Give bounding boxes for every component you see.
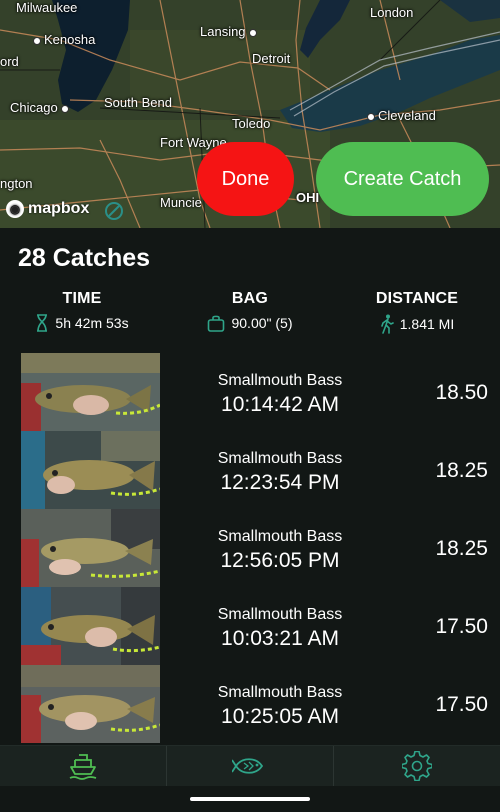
map-label-ohio: OHI <box>296 190 320 205</box>
catch-row[interactable]: Smallmouth Bass 10:03:21 AM 17.50 <box>0 587 500 665</box>
catch-row[interactable]: Smallmouth Bass 10:25:05 AM 17.50 <box>0 665 500 743</box>
bag-value: 90.00" (5) <box>231 315 293 331</box>
time-stat: TIME 5h 42m 53s <box>22 290 142 332</box>
bag-icon <box>208 315 225 332</box>
catch-length: 18.25 <box>435 537 488 560</box>
tab-settings[interactable] <box>334 746 500 786</box>
catch-species: Smallmouth Bass <box>217 684 343 701</box>
tab-trip[interactable] <box>0 746 166 786</box>
gear-icon <box>402 751 432 781</box>
map-label-kenosha: Kenosha <box>30 32 95 47</box>
bag-stat: BAG 90.00" (5) <box>195 290 305 332</box>
catch-species: Smallmouth Bass <box>217 450 343 467</box>
catch-row[interactable]: Smallmouth Bass 10:14:42 AM 18.50 <box>0 353 500 431</box>
map-label-toledo: Toledo <box>232 116 271 131</box>
map-label-ord: ord <box>0 54 19 69</box>
boat-icon <box>69 754 97 780</box>
map-label-cleveland: Cleveland <box>364 108 436 123</box>
map-label-detroit: Detroit <box>252 51 291 66</box>
mapbox-mark-icon: ◉ <box>6 200 24 218</box>
catch-time: 12:23:54 PM <box>220 471 340 494</box>
time-value: 5h 42m 53s <box>55 315 129 331</box>
catch-time: 12:56:05 PM <box>220 549 340 572</box>
catch-photo <box>21 665 160 743</box>
map-label-south-bend: South Bend <box>104 95 172 110</box>
walking-icon <box>380 314 394 334</box>
catch-row[interactable]: Smallmouth Bass 12:23:54 PM 18.25 <box>0 431 500 509</box>
catch-photo <box>21 509 160 587</box>
catch-list[interactable]: Smallmouth Bass 10:14:42 AM 18.50 Smallm… <box>0 353 500 745</box>
catch-length: 17.50 <box>435 615 488 638</box>
catch-time: 10:03:21 AM <box>221 627 339 650</box>
catch-length: 17.50 <box>435 693 488 716</box>
hourglass-icon <box>37 314 48 332</box>
catch-species: Smallmouth Bass <box>217 606 343 623</box>
fish-icon <box>232 758 264 774</box>
time-label: TIME <box>62 290 102 307</box>
distance-stat: DISTANCE 1.841 MI <box>362 290 472 334</box>
distance-label: DISTANCE <box>375 290 459 307</box>
catches-count-title: 28 Catches <box>18 244 151 272</box>
catch-row[interactable]: Smallmouth Bass 12:56:05 PM 18.25 <box>0 509 500 587</box>
catch-species: Smallmouth Bass <box>217 372 343 389</box>
done-button[interactable]: Done <box>197 142 294 216</box>
tab-catches[interactable] <box>167 746 333 786</box>
map-label-lansing: Lansing <box>200 24 260 39</box>
bottom-nav <box>0 745 500 786</box>
map-label-ngton: ngton <box>0 176 33 191</box>
map-label-chicago: Chicago <box>10 100 72 115</box>
distance-value: 1.841 MI <box>399 316 455 332</box>
map-label-london: London <box>370 5 414 20</box>
catch-length: 18.25 <box>435 459 488 482</box>
catch-length: 18.50 <box>435 381 488 404</box>
bag-label: BAG <box>231 290 269 307</box>
map-view[interactable]: Milwaukee Kenosha ord Chicago South Bend… <box>0 0 500 228</box>
home-indicator[interactable] <box>190 797 310 801</box>
catch-species: Smallmouth Bass <box>217 528 343 545</box>
catch-photo <box>21 431 160 509</box>
catch-time: 10:14:42 AM <box>221 393 339 416</box>
map-label-milwaukee: Milwaukee <box>16 0 78 15</box>
create-catch-button[interactable]: Create Catch <box>316 142 489 216</box>
catch-time: 10:25:05 AM <box>221 705 339 728</box>
catch-photo <box>21 353 160 431</box>
catch-photo <box>21 587 160 665</box>
info-icon[interactable] <box>104 201 124 221</box>
mapbox-logo[interactable]: ◉ mapbox <box>6 200 89 218</box>
map-label-muncie: Muncie <box>160 195 202 210</box>
